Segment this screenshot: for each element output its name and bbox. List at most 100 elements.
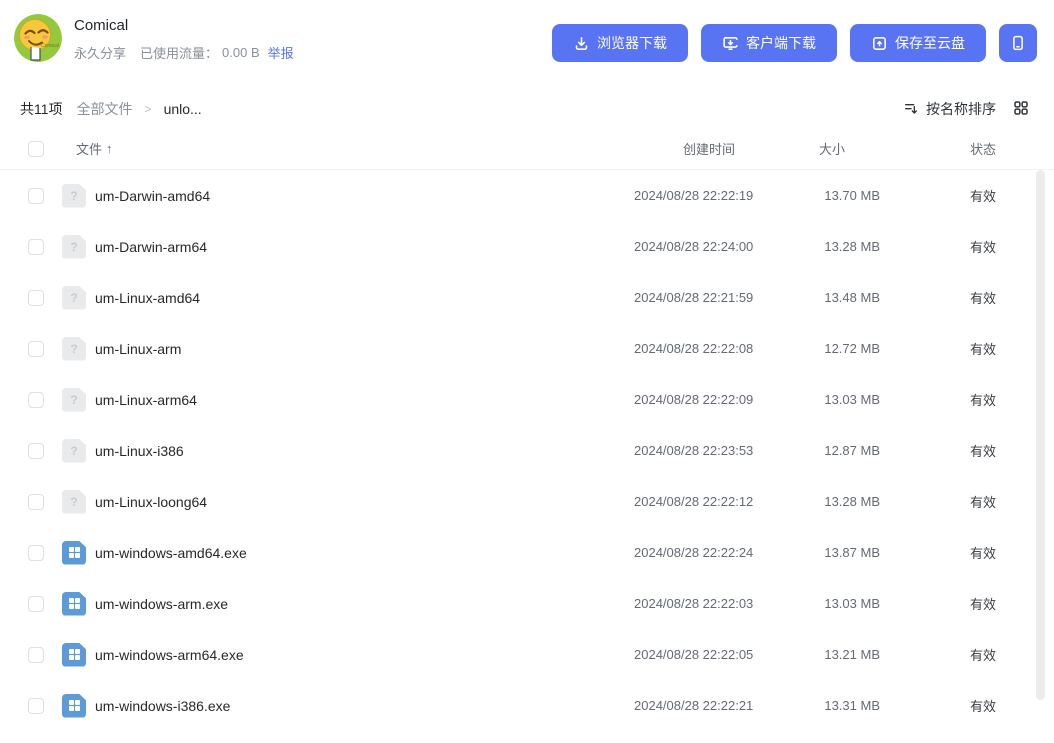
file-list: ? um-Darwin-amd64 2024/08/28 22:22:19 13… [0, 170, 1054, 731]
file-size: 12.87 MB [824, 443, 880, 458]
client-download-button[interactable]: 客户端下载 [701, 24, 837, 62]
file-status: 有效 [969, 393, 996, 408]
file-size: 13.21 MB [824, 647, 880, 662]
table-row[interactable]: ? um-windows-i386.exe 2024/08/28 22:22:2… [0, 680, 1054, 731]
table-row[interactable]: ? um-Linux-i386 2024/08/28 22:23:53 12.8… [0, 425, 1054, 476]
row-checkbox[interactable] [28, 289, 44, 306]
select-all-checkbox[interactable] [28, 140, 44, 157]
unknown-file-icon: ? [62, 183, 86, 208]
file-created: 2024/08/28 22:21:59 [634, 290, 754, 305]
file-status: 有效 [969, 342, 996, 357]
file-name[interactable]: um-windows-i386.exe [95, 698, 634, 714]
unknown-file-icon: ? [62, 234, 86, 259]
column-file[interactable]: 文件 ↑ [76, 139, 634, 158]
file-name[interactable]: um-Linux-arm64 [95, 392, 634, 408]
file-name[interactable]: um-Linux-loong64 [95, 494, 634, 510]
unknown-file-icon: ? [62, 438, 86, 463]
sort-asc-icon: ↑ [106, 141, 113, 156]
row-checkbox[interactable] [28, 187, 44, 204]
file-status: 有效 [969, 699, 996, 714]
file-created: 2024/08/28 22:22:08 [634, 341, 754, 356]
table-row[interactable]: ? um-Linux-arm 2024/08/28 22:22:08 12.72… [0, 323, 1054, 374]
breadcrumb-current: unlo... [163, 101, 202, 117]
table-row[interactable]: ? um-Linux-arm64 2024/08/28 22:22:09 13.… [0, 374, 1054, 425]
file-status: 有效 [969, 648, 996, 663]
file-size: 13.48 MB [824, 290, 880, 305]
total-count: 共11项 [20, 101, 63, 117]
unknown-file-icon: ? [62, 285, 86, 310]
file-created: 2024/08/28 22:22:21 [634, 698, 754, 713]
row-checkbox[interactable] [28, 340, 44, 357]
unknown-file-icon: ? [62, 336, 86, 361]
windows-file-icon: ? [62, 591, 86, 616]
file-created: 2024/08/28 22:22:03 [634, 596, 754, 611]
file-size: 13.28 MB [824, 494, 880, 509]
row-checkbox[interactable] [28, 544, 44, 561]
file-status: 有效 [969, 444, 996, 459]
file-size: 13.31 MB [824, 698, 880, 713]
row-checkbox[interactable] [28, 697, 44, 714]
report-link[interactable]: 举报 [268, 43, 294, 62]
file-name[interactable]: um-windows-amd64.exe [95, 545, 634, 561]
scrollbar-thumb[interactable] [1036, 170, 1045, 700]
sort-button[interactable]: 按名称排序 [903, 99, 996, 119]
column-size: 大小 [818, 142, 845, 157]
file-size: 13.03 MB [824, 392, 880, 407]
save-to-cloud-button[interactable]: 保存至云盘 [850, 24, 986, 62]
share-type-label: 永久分享 [74, 45, 127, 61]
table-row[interactable]: ? um-windows-amd64.exe 2024/08/28 22:22:… [0, 527, 1054, 578]
browser-download-label: 浏览器下载 [597, 35, 667, 51]
traffic-value: 0.00 B [222, 44, 260, 60]
avatar: Comical [14, 14, 62, 62]
file-size: 12.72 MB [824, 341, 880, 356]
file-name[interactable]: um-Linux-amd64 [95, 290, 634, 306]
row-checkbox[interactable] [28, 391, 44, 408]
windows-file-icon: ? [62, 693, 86, 718]
toolbar: 共11项 全部文件 > unlo... 按名称排序 [0, 90, 1054, 128]
mobile-app-button[interactable] [999, 24, 1037, 62]
table-row[interactable]: ? um-Linux-amd64 2024/08/28 22:21:59 13.… [0, 272, 1054, 323]
browser-download-button[interactable]: 浏览器下载 [552, 24, 688, 62]
file-created: 2024/08/28 22:22:09 [634, 392, 754, 407]
table-row[interactable]: ? um-windows-arm.exe 2024/08/28 22:22:03… [0, 578, 1054, 629]
row-checkbox[interactable] [28, 442, 44, 459]
breadcrumb-all-files[interactable]: 全部文件 [77, 99, 133, 119]
file-status: 有效 [969, 189, 996, 204]
file-created: 2024/08/28 22:22:12 [634, 494, 754, 509]
row-checkbox[interactable] [28, 646, 44, 663]
breadcrumb-separator: > [144, 102, 152, 116]
grid-view-button[interactable] [1012, 99, 1030, 120]
file-size: 13.87 MB [824, 545, 880, 560]
row-checkbox[interactable] [28, 493, 44, 510]
table-row[interactable]: ? um-Linux-loong64 2024/08/28 22:22:12 1… [0, 476, 1054, 527]
mobile-icon [1009, 34, 1027, 52]
unknown-file-icon: ? [62, 489, 86, 514]
file-status: 有效 [969, 291, 996, 306]
file-size: 13.03 MB [824, 596, 880, 611]
file-created: 2024/08/28 22:24:00 [634, 239, 754, 254]
table-row[interactable]: ? um-Darwin-arm64 2024/08/28 22:24:00 13… [0, 221, 1054, 272]
share-title: Comical [74, 16, 129, 34]
row-checkbox[interactable] [28, 238, 44, 255]
file-name[interactable]: um-Darwin-arm64 [95, 239, 634, 255]
share-page: Comical Comical 永久分享 已使用流量： 0.00 B 举报 浏览… [0, 0, 1054, 743]
file-name[interactable]: um-Linux-i386 [95, 443, 634, 459]
table-row[interactable]: ? um-Darwin-amd64 2024/08/28 22:22:19 13… [0, 170, 1054, 221]
file-created: 2024/08/28 22:22:19 [634, 188, 754, 203]
file-size: 13.28 MB [824, 239, 880, 254]
share-owner: Comical Comical 永久分享 已使用流量： 0.00 B 举报 [14, 14, 294, 62]
windows-file-icon: ? [62, 540, 86, 565]
row-checkbox[interactable] [28, 595, 44, 612]
table-row[interactable]: ? um-windows-arm64.exe 2024/08/28 22:22:… [0, 629, 1054, 680]
file-created: 2024/08/28 22:23:53 [634, 443, 754, 458]
file-status: 有效 [969, 495, 996, 510]
header-actions: 浏览器下载 客户端下载 保存至云盘 [552, 24, 1037, 62]
file-name[interactable]: um-windows-arm.exe [95, 596, 634, 612]
file-name[interactable]: um-Linux-arm [95, 341, 634, 357]
grid-view-icon [1012, 99, 1030, 120]
file-name[interactable]: um-windows-arm64.exe [95, 647, 634, 663]
file-name[interactable]: um-Darwin-amd64 [95, 188, 634, 204]
share-meta: Comical 永久分享 已使用流量： 0.00 B 举报 [74, 15, 294, 62]
sort-label: 按名称排序 [926, 101, 996, 117]
unknown-file-icon: ? [62, 387, 86, 412]
